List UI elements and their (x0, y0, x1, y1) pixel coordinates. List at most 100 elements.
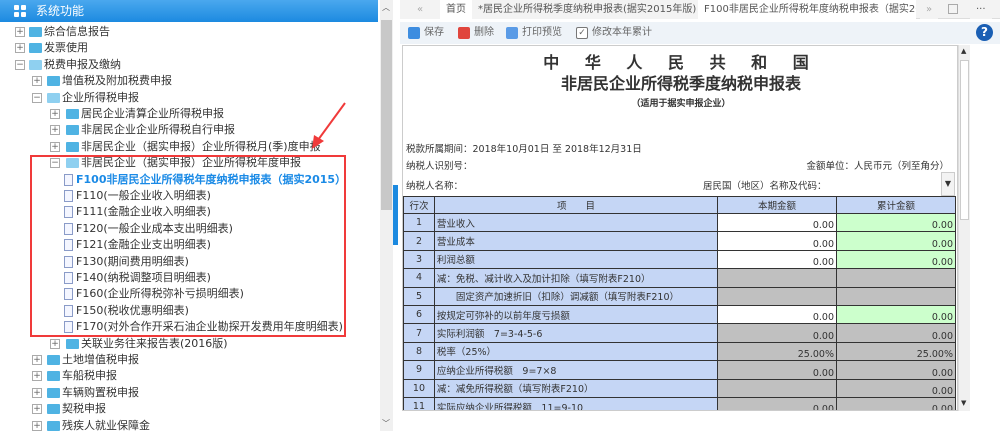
tab-home[interactable]: 首页 (440, 0, 472, 19)
folder-icon (66, 338, 79, 349)
scroll-up-icon[interactable]: ▲ (961, 47, 966, 55)
cumulative-amount-cell[interactable]: 0.00 (836, 212, 956, 233)
row-number: 4 (403, 268, 435, 288)
expand-icon[interactable]: + (32, 355, 42, 365)
tree-item[interactable]: + 残疾人就业保障金 (0, 418, 378, 434)
expand-icon[interactable]: + (50, 338, 60, 349)
sidebar-scrollbar[interactable]: ︿ ﹀ (380, 0, 393, 431)
sidebar-title: 系统功能 (36, 4, 85, 18)
tree-item-label: 关联业务往来报告表(2016版) (81, 336, 228, 350)
scroll-down-icon[interactable]: ﹀ (382, 418, 390, 429)
expand-icon[interactable]: + (32, 404, 42, 415)
expand-icon[interactable]: + (32, 420, 42, 431)
current-amount-cell[interactable]: 0.00 (717, 212, 837, 233)
expand-icon[interactable]: + (50, 109, 60, 119)
scroll-thumb[interactable] (960, 60, 969, 220)
table-row: 9 应纳企业所得税额 9=7×8 0.00 0.00 (403, 360, 956, 380)
tree-item[interactable]: + 土地增值税申报 (0, 352, 378, 368)
expand-icon[interactable]: + (50, 125, 60, 136)
cumulative-amount-cell (836, 286, 956, 306)
col-header-current: 本期金额 (717, 196, 837, 214)
delete-icon (458, 27, 470, 39)
folder-icon (47, 371, 60, 382)
tab-scroll-left[interactable]: « (400, 0, 440, 19)
row-number: 8 (403, 341, 435, 362)
cumulative-amount-cell (836, 268, 956, 288)
expand-icon[interactable]: + (15, 43, 25, 54)
current-amount-cell[interactable]: 0.00 (717, 304, 837, 325)
tree-item-label: 企业所得税申报 (62, 90, 139, 104)
tree-item[interactable]: + 增值税及附加税费申报 (0, 73, 378, 89)
table-row: 11 实际应纳企业所得税额 11=9-10 0.00 0.00 (403, 396, 956, 410)
folder-icon (29, 43, 42, 54)
col-header-item: 项 目 (433, 196, 719, 214)
tree-item[interactable]: + 契税申报 (0, 401, 378, 417)
current-amount-cell[interactable]: 0.00 (717, 249, 837, 270)
residence-country-label: 居民国（地区）名称及代码： (703, 181, 827, 192)
maximize-icon[interactable] (948, 4, 958, 14)
grid-icon (14, 5, 26, 17)
highlight-box (30, 155, 346, 337)
expand-icon[interactable]: + (32, 76, 42, 87)
tree-item[interactable]: − 税费申报及缴纳 (0, 57, 378, 73)
print-preview-button[interactable]: 打印预览 (506, 26, 562, 40)
table-row: 8 税率（25%） 25.00% 25.00% (403, 341, 956, 362)
tab-resident-quarterly[interactable]: *居民企业所得税季度纳税申报表(据实2015年版) × (472, 0, 714, 19)
modify-cumulative-checkbox[interactable]: ✓ 修改本年累计 (576, 26, 652, 40)
panel-splitter-toggle[interactable] (393, 185, 398, 245)
row-item: 实际利润额 7=3-4-5-6 (433, 323, 719, 343)
table-row: 5 固定资产加速折旧（扣除）调减额（填写附表F210） (403, 286, 956, 306)
current-amount-cell: 25.00% (717, 341, 837, 362)
scroll-up-icon[interactable]: ︿ (382, 2, 390, 13)
red-arrow-annotation (312, 102, 346, 149)
collapse-icon[interactable]: − (15, 59, 25, 70)
checkbox-checked-icon[interactable]: ✓ (576, 27, 588, 39)
delete-button[interactable]: 删除 (458, 26, 494, 40)
declaration-form: 中 华 人 民 共 和 国 非居民企业所得税季度纳税申报表 （适用于据实申报企业… (402, 45, 958, 411)
form-title: 非居民企业所得税季度纳税申报表 (560, 74, 801, 93)
expand-icon[interactable]: + (50, 141, 60, 152)
folder-icon (29, 59, 42, 70)
tree-item-label: 居民企业清算企业所得税申报 (81, 107, 224, 120)
tree-item[interactable]: + 车船税申报 (0, 368, 378, 384)
folder-icon (47, 355, 60, 365)
folder-icon (47, 404, 60, 415)
form-subtitle: （适用于据实申报企业） (631, 99, 731, 109)
table-row: 2 营业成本 0.00 0.00 (403, 231, 956, 251)
table-row: 6 按规定可弥补的以前年度亏损额 0.00 0.00 (403, 304, 956, 325)
tab-f100-active[interactable]: F100非居民企业所得税年度纳税申报表（据实2015） (698, 0, 916, 19)
expand-icon[interactable]: + (32, 371, 42, 382)
cumulative-amount-cell: 0.00 (836, 378, 956, 398)
folder-icon (47, 76, 60, 87)
cumulative-amount-cell[interactable]: 0.00 (836, 249, 956, 270)
current-amount-cell: 0.00 (717, 396, 837, 410)
tree-item[interactable]: + 关联业务往来报告表(2016版) (0, 336, 378, 352)
residence-dropdown-arrow-icon[interactable]: ▼ (941, 172, 955, 196)
current-amount-cell[interactable]: 0.00 (717, 231, 837, 251)
form-scrollbar[interactable]: ▲ ▼ (958, 45, 970, 411)
row-number: 3 (403, 249, 435, 270)
scroll-down-icon[interactable]: ▼ (961, 399, 966, 407)
amount-unit: 金额单位：人民币元（列至角分） (806, 161, 949, 172)
tree-item[interactable]: + 发票使用 (0, 40, 378, 56)
help-icon[interactable]: ? (976, 24, 993, 41)
tree-item[interactable]: + 综合信息报告 (0, 24, 378, 40)
tree-item[interactable]: + 车辆购置税申报 (0, 385, 378, 401)
tab-bar: « 首页 *居民企业所得税季度纳税申报表(据实2015年版) × F100非居民… (400, 0, 1000, 19)
expand-icon[interactable]: + (15, 27, 25, 37)
cumulative-amount-cell[interactable]: 0.00 (836, 231, 956, 251)
save-button[interactable]: 保存 (408, 26, 444, 40)
scroll-thumb[interactable] (381, 20, 392, 210)
row-item: 实际应纳企业所得税额 11=9-10 (433, 396, 719, 410)
row-item: 税率（25%） (433, 341, 719, 362)
sidebar-header: 系统功能 (0, 0, 378, 22)
cumulative-amount-cell[interactable]: 0.00 (836, 304, 956, 325)
tab-scroll-right[interactable]: » (920, 0, 939, 19)
tab-label: *居民企业所得税季度纳税申报表(据实2015年版) (478, 4, 697, 15)
row-number: 1 (403, 212, 435, 233)
print-label: 打印预览 (522, 27, 562, 38)
more-icon[interactable]: ··· (970, 0, 992, 19)
row-item: 应纳企业所得税额 9=7×8 (433, 360, 719, 380)
collapse-icon[interactable]: − (32, 92, 42, 103)
expand-icon[interactable]: + (32, 387, 42, 398)
